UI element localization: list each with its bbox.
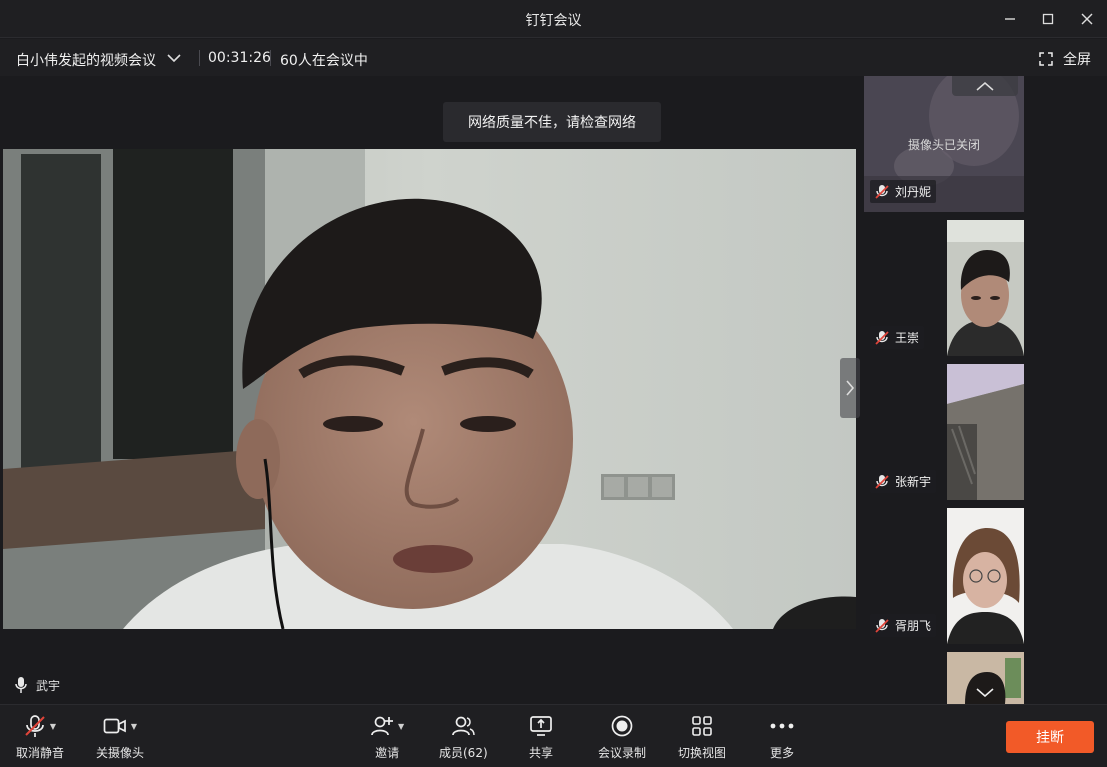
close-icon [1081,13,1093,25]
participant-name-tag: 张新宇 [870,470,937,493]
next-page-button[interactable] [840,358,860,418]
fullscreen-label: 全屏 [1063,52,1091,68]
video-frame [947,364,1024,500]
participant-name-tag: 刘丹妮 [870,180,937,203]
more-button[interactable]: 更多 [770,713,794,761]
window-title: 钉钉会议 [525,13,582,29]
participant-count[interactable]: 60人在会议中 [280,50,368,70]
grid-view-icon [692,716,712,736]
unmute-label: 取消静音 [16,746,65,760]
title-bar: 钉钉会议 [0,0,1107,38]
screen-share-icon [530,716,552,736]
participant-tile[interactable]: 王崇 [864,220,1024,356]
mic-muted-icon [875,184,889,199]
mic-muted-icon [875,330,889,345]
camera-off-label: 关摄像头 [96,746,145,760]
camera-off-status: 摄像头已关闭 [907,138,980,152]
network-warning-toast: 网络质量不佳，请检查网络 [443,102,661,142]
add-user-icon [371,716,393,736]
share-label: 共享 [529,746,554,760]
maximize-button[interactable] [1037,8,1059,30]
scroll-down-button[interactable] [952,682,1018,702]
participant-name: 王崇 [895,331,920,345]
main-stage: 网络质量不佳，请检查网络 武宇 [0,76,861,704]
scroll-up-button[interactable] [952,76,1018,96]
participant-name-tag: 胥朋飞 [870,614,937,637]
camera-off-button[interactable]: ▼ 关摄像头 [96,713,144,761]
video-frame [947,508,1024,644]
members-icon [452,716,476,736]
participant-video [947,364,1024,500]
participant-name: 刘丹妮 [895,185,932,199]
more-label: 更多 [770,746,795,760]
speaker-name: 武宇 [36,678,61,693]
mic-muted-icon [875,474,889,489]
active-speaker: 武宇 [14,676,60,694]
video-frame [947,220,1024,356]
main-video[interactable] [3,149,856,629]
fullscreen-button[interactable]: 全屏 [1039,49,1091,69]
meeting-title[interactable]: 白小伟发起的视频会议 [16,50,156,70]
invite-button[interactable]: ▼ 邀请 [370,713,404,761]
chevron-up-icon [976,82,994,91]
participant-name: 胥朋飞 [895,619,932,633]
participant-tile[interactable]: 胥朋飞 [864,508,1024,644]
maximize-icon [1042,13,1054,25]
divider [270,50,271,66]
meeting-timer: 00:31:26 [208,50,271,66]
meeting-toolbar: ▼ 取消静音 ▼ 关摄像头 ▼ 邀请 成员(62) 共享 会议录制 切换视图 更… [0,704,1107,767]
close-button[interactable] [1076,8,1098,30]
share-button[interactable]: 共享 [529,713,553,761]
video-camera-icon [103,718,126,734]
record-label: 会议录制 [598,746,647,760]
minimize-icon [1005,18,1015,20]
chevron-right-icon [846,380,855,396]
caret-down-icon[interactable]: ▼ [398,722,404,731]
more-dots-icon [770,723,794,729]
participant-video [947,508,1024,644]
unmute-button[interactable]: ▼ 取消静音 [16,713,64,761]
participant-tile[interactable]: 摄像头已关闭 刘丹妮 [864,76,1024,212]
meeting-info-bar: 白小伟发起的视频会议 00:31:26 60人在会议中 全屏 [0,39,1107,76]
invite-label: 邀请 [375,746,400,760]
switch-view-button[interactable]: 切换视图 [678,713,726,761]
members-button[interactable]: 成员(62) [439,713,488,761]
switch-view-label: 切换视图 [678,746,727,760]
participant-tile[interactable]: 张新宇 [864,364,1024,500]
chevron-down-icon [976,688,994,697]
caret-down-icon[interactable]: ▼ [50,722,56,731]
record-button[interactable]: 会议录制 [598,713,646,761]
participant-name: 张新宇 [895,475,932,489]
participant-panel: 摄像头已关闭 刘丹妮 王崇 张新宇 胥朋飞 [863,76,1107,704]
divider [199,50,200,66]
mic-muted-icon [25,715,45,737]
caret-down-icon[interactable]: ▼ [131,722,137,731]
fullscreen-icon [1039,52,1053,66]
video-frame [3,149,856,629]
mic-muted-icon [875,618,889,633]
participant-name-tag: 王崇 [870,326,925,349]
minimize-button[interactable] [999,8,1021,30]
hangup-button[interactable]: 挂断 [1006,721,1094,753]
record-icon [611,715,633,737]
participant-video [947,220,1024,356]
members-label: 成员(62) [439,746,488,760]
microphone-icon [15,677,27,693]
chevron-down-icon[interactable] [166,51,182,65]
